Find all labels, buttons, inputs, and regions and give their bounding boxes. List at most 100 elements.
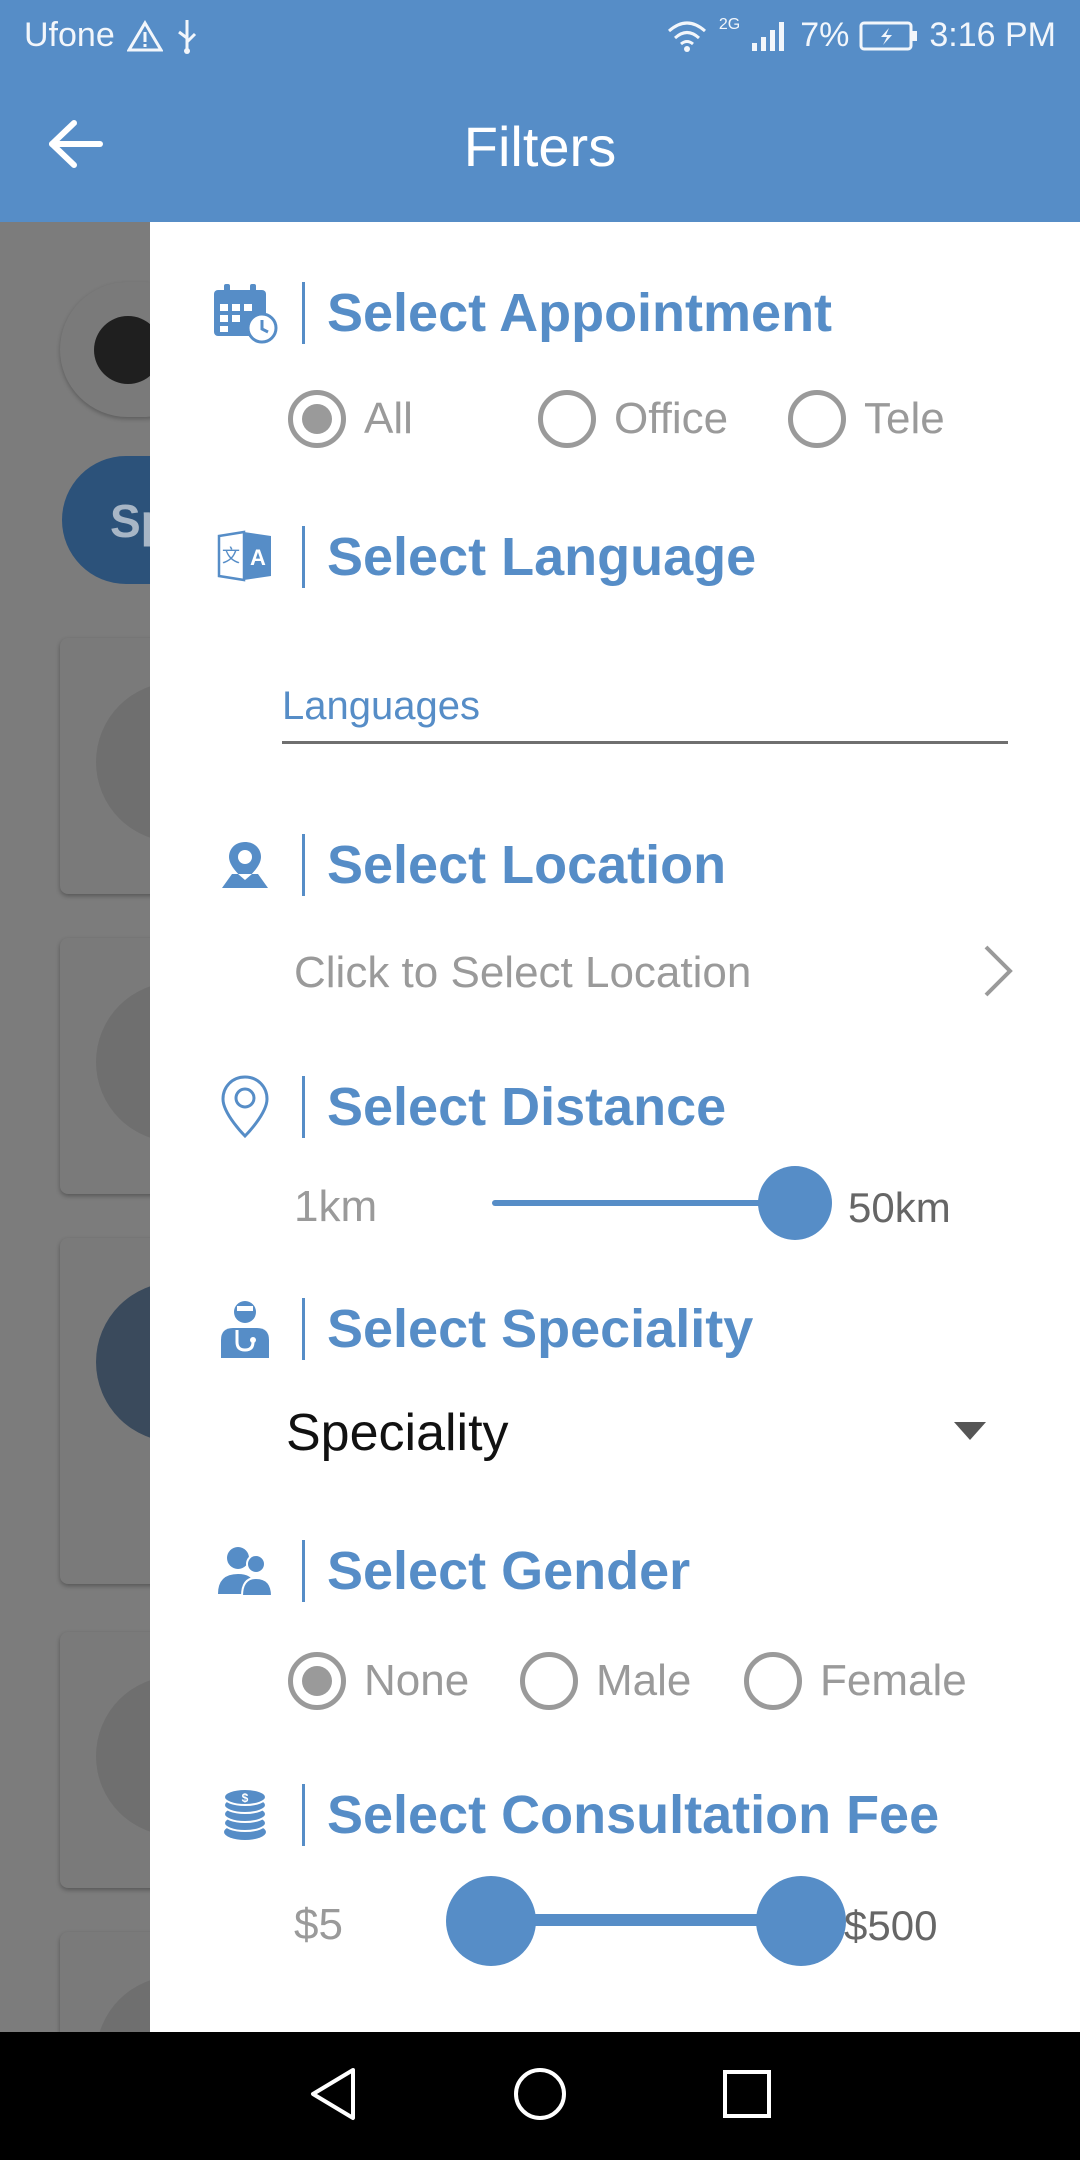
warning-icon bbox=[126, 19, 163, 52]
status-right: 2G 7% 3:16 PM bbox=[665, 16, 1056, 55]
speciality-selected: Speciality bbox=[286, 1404, 509, 1462]
battery-charging-icon bbox=[859, 20, 919, 52]
avatar bbox=[96, 1676, 150, 1836]
status-bar: Ufone 2G 7% 3:16 PM bbox=[0, 0, 1080, 72]
appointment-option-all[interactable]: All bbox=[288, 390, 413, 448]
dropdown-arrow-icon bbox=[954, 1421, 986, 1445]
distance-min-label: 1km bbox=[294, 1182, 378, 1231]
network-type: 2G bbox=[718, 16, 741, 33]
radio-unchecked bbox=[520, 1652, 578, 1710]
speciality-dropdown[interactable]: Speciality bbox=[286, 1398, 1026, 1468]
location-section-header: Select Location bbox=[210, 830, 726, 900]
battery-percent: 7% bbox=[800, 16, 850, 54]
background-card bbox=[60, 938, 150, 1194]
section-divider bbox=[302, 1298, 305, 1360]
appointment-option-tele[interactable]: Tele bbox=[788, 390, 945, 448]
radio-unchecked bbox=[538, 390, 596, 448]
radio-checked bbox=[288, 1652, 346, 1710]
option-label: All bbox=[364, 394, 413, 443]
background-card bbox=[60, 638, 150, 894]
section-divider bbox=[302, 526, 305, 588]
section-divider bbox=[302, 282, 305, 344]
option-label: Female bbox=[820, 1656, 967, 1705]
language-title: Select Language bbox=[327, 527, 757, 587]
coins-icon: $ bbox=[210, 1780, 280, 1850]
app-bar: Filters bbox=[0, 72, 1080, 222]
wifi-icon bbox=[665, 19, 709, 53]
avatar bbox=[96, 682, 150, 842]
doctor-search-icon bbox=[94, 316, 150, 384]
distance-slider-track[interactable] bbox=[492, 1200, 796, 1206]
distance-max-label: 50km bbox=[848, 1184, 951, 1231]
chevron-right-icon bbox=[980, 943, 1014, 1004]
background-search-pill bbox=[60, 282, 150, 417]
svg-text:$: $ bbox=[242, 1791, 249, 1805]
fee-title: Select Consultation Fee bbox=[327, 1785, 940, 1845]
fee-section-header: $ Select Consultation Fee bbox=[210, 1780, 939, 1850]
select-location-button[interactable]: Click to Select Location bbox=[294, 938, 1014, 1008]
section-divider bbox=[302, 1076, 305, 1138]
carrier-name: Ufone bbox=[24, 16, 115, 54]
language-section-header: 文A Select Language bbox=[210, 522, 756, 592]
avatar bbox=[96, 1282, 150, 1442]
appointment-option-office[interactable]: Office bbox=[538, 390, 728, 448]
usb-icon bbox=[175, 18, 199, 54]
map-pin-person-icon bbox=[210, 830, 280, 900]
avatar bbox=[96, 982, 150, 1142]
gender-title: Select Gender bbox=[327, 1541, 691, 1601]
people-icon bbox=[210, 1536, 280, 1606]
option-label: None bbox=[364, 1656, 470, 1705]
distance-slider-thumb[interactable] bbox=[758, 1166, 832, 1240]
location-title: Select Location bbox=[327, 835, 727, 895]
nav-home-button[interactable] bbox=[500, 2056, 580, 2136]
fee-slider-min-thumb[interactable] bbox=[446, 1876, 536, 1966]
option-label: Tele bbox=[864, 394, 945, 443]
section-divider bbox=[302, 1540, 305, 1602]
appointment-section-header: Select Appointment bbox=[210, 278, 832, 348]
fee-slider-max-thumb[interactable] bbox=[756, 1876, 846, 1966]
signal-icon bbox=[750, 19, 790, 53]
background-list: Sp bbox=[0, 222, 150, 2032]
filter-drawer: Select Appointment All Office Tele 文A Se… bbox=[150, 222, 1080, 2032]
circle-home-icon bbox=[512, 2066, 568, 2127]
radio-unchecked bbox=[744, 1652, 802, 1710]
speciality-section-header: Select Speciality bbox=[210, 1294, 753, 1364]
gender-option-male[interactable]: Male bbox=[520, 1652, 691, 1710]
background-card bbox=[60, 1932, 150, 2032]
background-chip: Sp bbox=[62, 456, 150, 584]
fee-max-label: $500 bbox=[844, 1902, 938, 1949]
section-divider bbox=[302, 834, 305, 896]
distance-title: Select Distance bbox=[327, 1077, 727, 1137]
fee-slider-track[interactable] bbox=[490, 1914, 800, 1926]
languages-input[interactable]: Languages bbox=[282, 674, 1008, 744]
calendar-clock-icon bbox=[210, 278, 280, 348]
svg-text:文: 文 bbox=[222, 546, 240, 567]
triangle-back-icon bbox=[307, 2066, 359, 2127]
square-recents-icon bbox=[721, 2068, 773, 2125]
section-divider bbox=[302, 1784, 305, 1846]
nav-recents-button[interactable] bbox=[707, 2056, 787, 2136]
status-left: Ufone bbox=[24, 16, 199, 55]
system-nav-bar bbox=[0, 2032, 1080, 2160]
page-title: Filters bbox=[463, 115, 617, 178]
option-label: Office bbox=[614, 394, 729, 443]
location-prompt: Click to Select Location bbox=[294, 948, 752, 997]
fee-min-label: $5 bbox=[294, 1900, 343, 1949]
gender-option-female[interactable]: Female bbox=[744, 1652, 967, 1710]
location-pin-icon bbox=[210, 1072, 280, 1142]
background-card bbox=[60, 1238, 150, 1584]
svg-text:A: A bbox=[250, 545, 266, 570]
speciality-title: Select Speciality bbox=[327, 1299, 754, 1359]
doctor-icon bbox=[210, 1294, 280, 1364]
avatar bbox=[96, 1976, 150, 2032]
clock: 3:16 PM bbox=[929, 16, 1056, 54]
background-card bbox=[60, 1632, 150, 1888]
radio-unchecked bbox=[788, 390, 846, 448]
gender-section-header: Select Gender bbox=[210, 1536, 690, 1606]
nav-back-button[interactable] bbox=[293, 2056, 373, 2136]
translate-icon: 文A bbox=[210, 522, 280, 592]
distance-section-header: Select Distance bbox=[210, 1072, 726, 1142]
gender-option-none[interactable]: None bbox=[288, 1652, 469, 1710]
option-label: Male bbox=[596, 1656, 692, 1705]
radio-checked bbox=[288, 390, 346, 448]
